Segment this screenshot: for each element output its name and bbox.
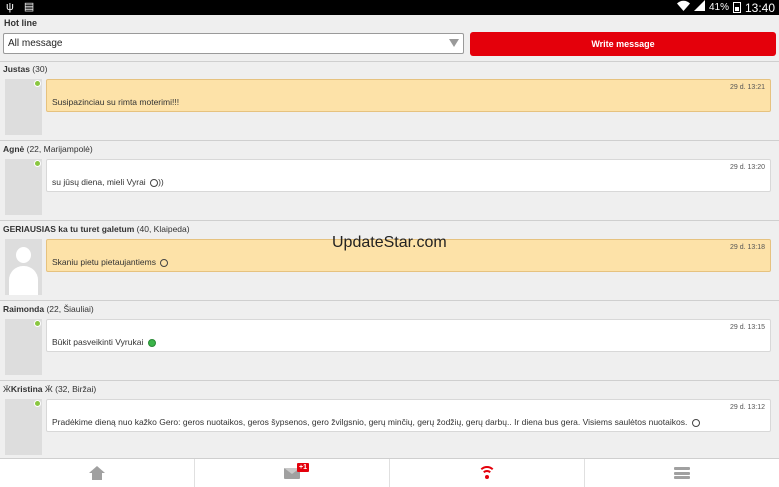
message-entry[interactable]: GERIAUSIAS ka tu turet galetum (40, Klai… (0, 221, 779, 301)
message-entry[interactable]: Justas (30) 29 d. 13:21 Susipazinciau su… (0, 61, 779, 141)
battery-icon (732, 2, 741, 13)
watermark: UpdateStar.com (332, 234, 447, 251)
avatar[interactable] (5, 399, 42, 455)
avatar-body-shape (9, 266, 38, 295)
avatar-head-shape (16, 247, 31, 263)
nav-menu[interactable] (585, 459, 779, 487)
mail-icon: +1 (284, 462, 309, 479)
message-entry[interactable]: ӜKristina Ӝ (32, Biržai) 29 d. 13:12 Pra… (0, 381, 779, 461)
online-indicator-icon (34, 80, 41, 87)
nav-hotline[interactable] (390, 459, 585, 487)
online-indicator-icon (34, 320, 41, 327)
mail-badge: +1 (297, 462, 309, 472)
smiley-icon (160, 258, 169, 267)
battery-percent: 41% (708, 2, 729, 13)
message-entry[interactable]: Agnė (22, Marijampolė) 29 d. 13:20 su jū… (0, 141, 779, 221)
message-time: 29 d. 13:12 (729, 404, 765, 411)
message-time: 29 d. 13:15 (729, 324, 765, 331)
status-bar: ψ ▤ 41% 13:40 (0, 0, 779, 15)
write-message-button[interactable]: Write message (470, 32, 776, 56)
dropdown-caret-icon (449, 39, 459, 47)
menu-icon (674, 467, 690, 479)
avatar[interactable] (5, 79, 42, 135)
avatar[interactable] (5, 159, 42, 215)
sender-name[interactable]: Justas (30) (3, 64, 47, 74)
filter-value: All message (8, 38, 63, 49)
smiley-icon (147, 338, 156, 347)
sender-name[interactable]: ӜKristina Ӝ (32, Biržai) (3, 384, 96, 394)
message-bubble[interactable]: 29 d. 13:21 Susipazinciau su rimta moter… (46, 79, 771, 112)
message-text: Susipazinciau su rimta moterimi!!! (52, 97, 180, 107)
avatar[interactable] (5, 319, 42, 375)
message-text: Būkit pasveikinti Vyrukai (52, 337, 156, 347)
sender-name[interactable]: Raimonda (22, Šiauliai) (3, 304, 94, 314)
online-indicator-icon (34, 160, 41, 167)
home-icon (89, 466, 105, 480)
page-title: Hot line (4, 18, 37, 28)
signal-icon (693, 0, 705, 15)
nav-home[interactable] (0, 459, 195, 487)
message-text: Skaniu pietu pietaujantiems (52, 257, 169, 267)
message-time: 29 d. 13:18 (729, 244, 765, 251)
clock: 13:40 (744, 0, 775, 15)
sender-name[interactable]: GERIAUSIAS ka tu turet galetum (40, Klai… (3, 224, 190, 234)
wifi-icon (478, 466, 496, 480)
message-entry[interactable]: Raimonda (22, Šiauliai) 29 d. 13:15 Būki… (0, 301, 779, 381)
smiley-icon (691, 418, 700, 427)
usb-icon: ψ (6, 1, 14, 13)
notification-icon: ▤ (23, 1, 35, 13)
message-text: su jūsų diena, mieli Vyrai )) (52, 177, 164, 187)
message-filter-select[interactable]: All message (3, 33, 464, 54)
message-text: Pradėkime dieną nuo kažko Gero: geros nu… (52, 417, 700, 427)
smiley-icon (150, 178, 159, 187)
online-indicator-icon (34, 400, 41, 407)
message-time: 29 d. 13:20 (729, 164, 765, 171)
wifi-icon (676, 0, 690, 15)
sender-name[interactable]: Agnė (22, Marijampolė) (3, 144, 93, 154)
bottom-nav: +1 (0, 458, 779, 487)
message-bubble[interactable]: 29 d. 13:20 su jūsų diena, mieli Vyrai )… (46, 159, 771, 192)
nav-messages[interactable]: +1 (195, 459, 390, 487)
message-bubble[interactable]: 29 d. 13:15 Būkit pasveikinti Vyrukai (46, 319, 771, 352)
message-time: 29 d. 13:21 (729, 84, 765, 91)
avatar-placeholder[interactable] (5, 239, 42, 295)
message-bubble[interactable]: 29 d. 13:12 Pradėkime dieną nuo kažko Ge… (46, 399, 771, 432)
